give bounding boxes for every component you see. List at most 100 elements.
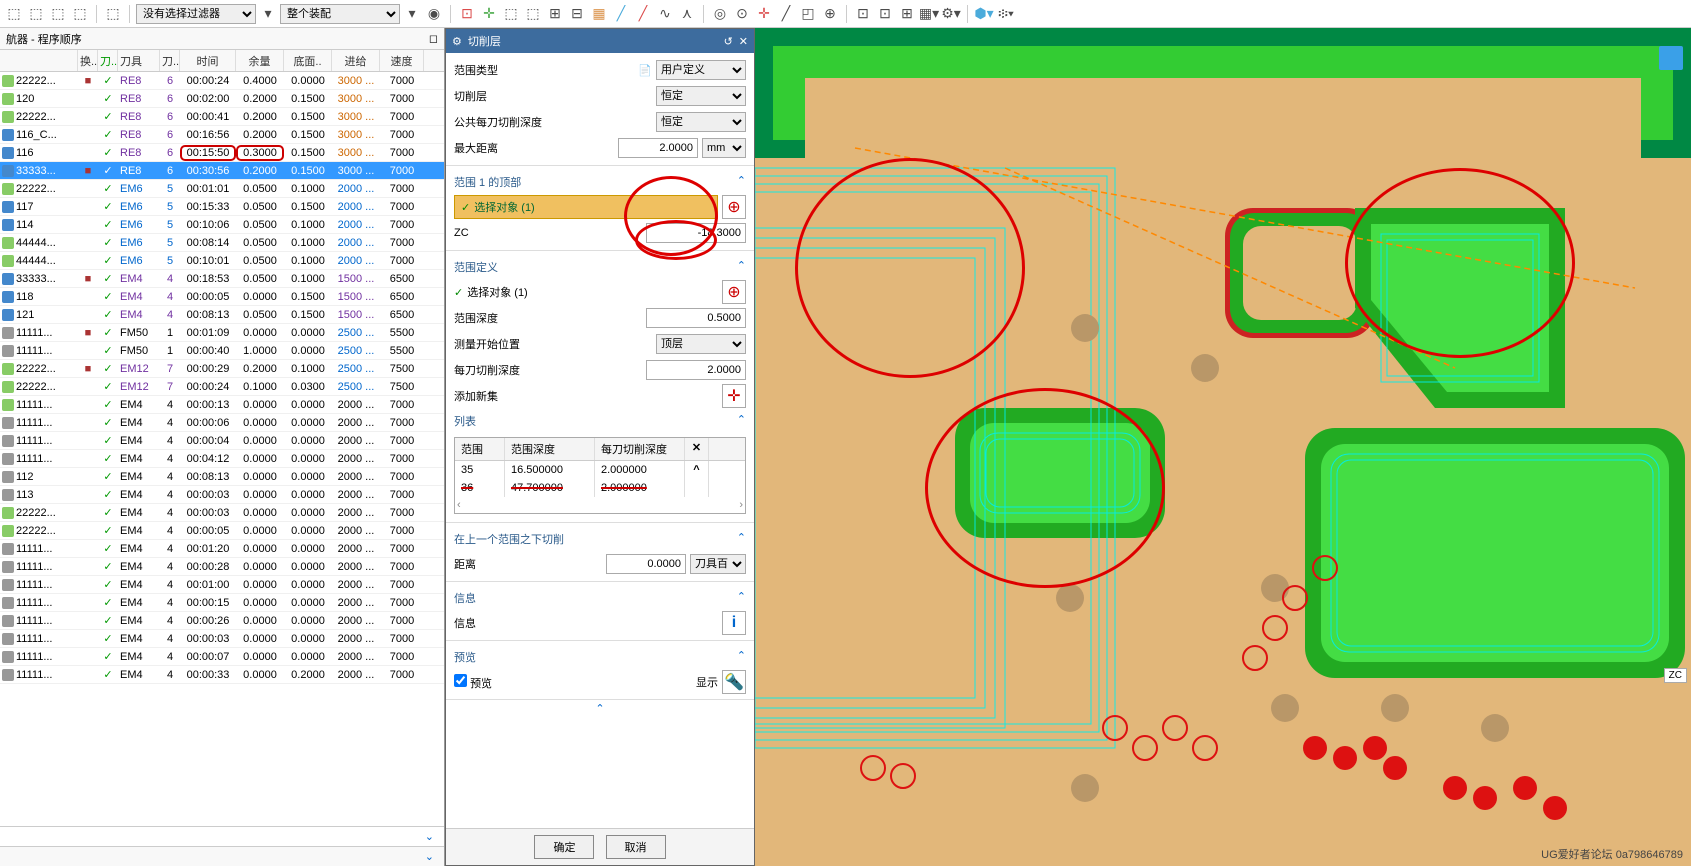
tool-icon[interactable]: ╱ bbox=[633, 4, 653, 24]
preview-checkbox[interactable] bbox=[454, 674, 467, 687]
tool-icon[interactable]: ◉ bbox=[424, 4, 444, 24]
tool-icon[interactable]: ⋏ bbox=[677, 4, 697, 24]
tool-icon[interactable]: ╱ bbox=[776, 4, 796, 24]
tool-icon[interactable]: ⬚ bbox=[4, 4, 24, 24]
close-icon[interactable]: ✕ bbox=[739, 35, 748, 48]
tool-icon[interactable]: ✛ bbox=[479, 4, 499, 24]
tool-icon[interactable]: ⬚ bbox=[523, 4, 543, 24]
tool-icon[interactable]: ⊡ bbox=[875, 4, 895, 24]
unit-select[interactable]: mm bbox=[702, 138, 746, 158]
tool-icon[interactable]: ✛ bbox=[754, 4, 774, 24]
tool-icon[interactable]: ▦▾ bbox=[919, 4, 939, 24]
pin-icon[interactable]: ↺ bbox=[724, 35, 733, 48]
list-header[interactable]: 列表⌃ bbox=[454, 409, 746, 433]
range-type-select[interactable]: 用户定义 bbox=[656, 60, 746, 80]
tool-icon[interactable]: ∿ bbox=[655, 4, 675, 24]
dropdown-icon[interactable]: ▾ bbox=[258, 4, 278, 24]
section-header[interactable]: 信息⌃ bbox=[454, 586, 746, 610]
table-row[interactable]: 11111...✓EM4400:04:120.00000.00002000 ..… bbox=[0, 450, 444, 468]
table-row[interactable]: 33333...■✓EM4400:18:530.05000.10001500 .… bbox=[0, 270, 444, 288]
table-row[interactable]: 11111...✓EM4400:00:260.00000.00002000 ..… bbox=[0, 612, 444, 630]
tool-icon[interactable]: ⬚ bbox=[48, 4, 68, 24]
table-row[interactable]: 114✓EM6500:10:060.05000.10002000 ...7000 bbox=[0, 216, 444, 234]
table-row[interactable]: 121✓EM4400:08:130.05000.15001500 ...6500 bbox=[0, 306, 444, 324]
tool-icon[interactable]: ⊟ bbox=[567, 4, 587, 24]
info-button[interactable]: i bbox=[722, 611, 746, 635]
tool-icon[interactable]: ⬚ bbox=[103, 4, 123, 24]
tool-icon[interactable]: ◎ bbox=[710, 4, 730, 24]
table-row[interactable]: 113✓EM4400:00:030.00000.00002000 ...7000 bbox=[0, 486, 444, 504]
unit-select[interactable]: 刀具百 bbox=[690, 554, 746, 574]
select-object[interactable]: ✓选择对象 (1) bbox=[454, 284, 718, 300]
tool-icon[interactable]: ⊡ bbox=[457, 4, 477, 24]
table-row[interactable]: 116✓RE8600:15:500.30000.15003000 ...7000 bbox=[0, 144, 444, 162]
delete-row-icon[interactable]: ✕ bbox=[685, 438, 709, 460]
ok-button[interactable]: 确定 bbox=[534, 835, 594, 859]
collapse-icon[interactable]: ⌃ bbox=[446, 700, 754, 717]
depth-select[interactable]: 恒定 bbox=[656, 112, 746, 132]
tool-icon[interactable]: ፨▾ bbox=[996, 4, 1016, 24]
table-row[interactable]: 112✓EM4400:08:130.00000.00002000 ...7000 bbox=[0, 468, 444, 486]
table-row[interactable]: 11111...✓EM4400:00:060.00000.00002000 ..… bbox=[0, 414, 444, 432]
orientation-icon[interactable] bbox=[1659, 46, 1683, 70]
table-row[interactable]: 120✓RE8600:02:000.20000.15003000 ...7000 bbox=[0, 90, 444, 108]
table-row[interactable]: 11111...✓EM4400:01:200.00000.00002000 ..… bbox=[0, 540, 444, 558]
table-row[interactable]: 44444...✓EM6500:10:010.05000.10002000 ..… bbox=[0, 252, 444, 270]
tool-icon[interactable]: ⬚ bbox=[26, 4, 46, 24]
max-distance-input[interactable] bbox=[618, 138, 698, 158]
table-row[interactable]: 11111...✓EM4400:00:330.00000.20002000 ..… bbox=[0, 666, 444, 684]
tool-icon[interactable]: ⊞ bbox=[897, 4, 917, 24]
tool-icon[interactable]: ▦ bbox=[589, 4, 609, 24]
maximize-icon[interactable]: ◻ bbox=[429, 32, 438, 45]
table-row[interactable]: 118✓EM4400:00:050.00000.15001500 ...6500 bbox=[0, 288, 444, 306]
section-header[interactable]: 预览⌃ bbox=[454, 645, 746, 669]
table-row[interactable]: 11111...✓EM4400:00:040.00000.00002000 ..… bbox=[0, 432, 444, 450]
cut-layer-select[interactable]: 恒定 bbox=[656, 86, 746, 106]
table-row[interactable]: 11111...✓EM4400:00:150.00000.00002000 ..… bbox=[0, 594, 444, 612]
pick-button[interactable]: ⊕ bbox=[722, 280, 746, 304]
table-row[interactable]: 22222...✓EM4400:00:050.00000.00002000 ..… bbox=[0, 522, 444, 540]
table-row[interactable]: 11111...✓EM4400:00:030.00000.00002000 ..… bbox=[0, 630, 444, 648]
tool-icon[interactable]: ⬢▾ bbox=[974, 4, 994, 24]
table-row[interactable]: 11111...✓FM50100:00:401.00000.00002500 .… bbox=[0, 342, 444, 360]
table-row[interactable]: 22222...✓EM6500:01:010.05000.10002000 ..… bbox=[0, 180, 444, 198]
table-row[interactable]: 22222...✓EM12700:00:240.10000.03002500 .… bbox=[0, 378, 444, 396]
tool-icon[interactable]: ⊙ bbox=[732, 4, 752, 24]
add-set-button[interactable]: ✛ bbox=[722, 384, 746, 408]
table-row[interactable]: 116_C...✓RE8600:16:560.20000.15003000 ..… bbox=[0, 126, 444, 144]
range-depth-input[interactable] bbox=[646, 308, 746, 328]
table-body[interactable]: 22222...■✓RE8600:00:240.40000.00003000 .… bbox=[0, 72, 444, 826]
table-row[interactable]: 11111...✓EM4400:01:000.00000.00002000 ..… bbox=[0, 576, 444, 594]
section-header[interactable]: 范围定义⌃ bbox=[454, 255, 746, 279]
table-row[interactable]: 44444...✓EM6500:08:140.05000.10002000 ..… bbox=[0, 234, 444, 252]
filter-select[interactable]: 没有选择过滤器 bbox=[136, 4, 256, 24]
tool-icon[interactable]: ◰ bbox=[798, 4, 818, 24]
pick-button[interactable]: ⊕ bbox=[722, 195, 746, 219]
dropdown-icon[interactable]: ▾ bbox=[402, 4, 422, 24]
list-item[interactable]: 3647.7000002.000000 bbox=[455, 479, 745, 497]
tool-icon[interactable]: ⊡ bbox=[853, 4, 873, 24]
list-item[interactable]: 3516.5000002.000000^ bbox=[455, 461, 745, 479]
tool-icon[interactable]: ⊕ bbox=[820, 4, 840, 24]
table-row[interactable]: 11111...✓EM4400:00:070.00000.00002000 ..… bbox=[0, 648, 444, 666]
section-header[interactable]: 在上一个范围之下切削⌃ bbox=[454, 527, 746, 551]
measure-pos-select[interactable]: 顶层 bbox=[656, 334, 746, 354]
distance-input[interactable] bbox=[606, 554, 686, 574]
table-row[interactable]: 11111...■✓FM50100:01:090.00000.00002500 … bbox=[0, 324, 444, 342]
tool-icon[interactable]: ⚙▾ bbox=[941, 4, 961, 24]
nav-footer[interactable]: ⌄ bbox=[0, 826, 444, 846]
tool-icon[interactable]: ⊞ bbox=[545, 4, 565, 24]
tool-icon[interactable]: ╱ bbox=[611, 4, 631, 24]
tool-icon[interactable]: ⬚ bbox=[501, 4, 521, 24]
table-row[interactable]: 22222...■✓EM12700:00:290.20000.10002500 … bbox=[0, 360, 444, 378]
table-row[interactable]: 22222...✓EM4400:00:030.00000.00002000 ..… bbox=[0, 504, 444, 522]
table-row[interactable]: 33333...■✓RE8600:30:560.20000.15003000 .… bbox=[0, 162, 444, 180]
nav-bot[interactable]: ⌄ bbox=[0, 846, 444, 866]
each-depth-input[interactable] bbox=[646, 360, 746, 380]
cancel-button[interactable]: 取消 bbox=[606, 835, 666, 859]
tool-icon[interactable]: ⬚ bbox=[70, 4, 90, 24]
graphics-viewport[interactable]: ZC UG爱好者论坛 0a798646789 bbox=[755, 28, 1691, 866]
table-row[interactable]: 11111...✓EM4400:00:130.00000.00002000 ..… bbox=[0, 396, 444, 414]
table-row[interactable]: 22222...✓RE8600:00:410.20000.15003000 ..… bbox=[0, 108, 444, 126]
table-row[interactable]: 117✓EM6500:15:330.05000.15002000 ...7000 bbox=[0, 198, 444, 216]
